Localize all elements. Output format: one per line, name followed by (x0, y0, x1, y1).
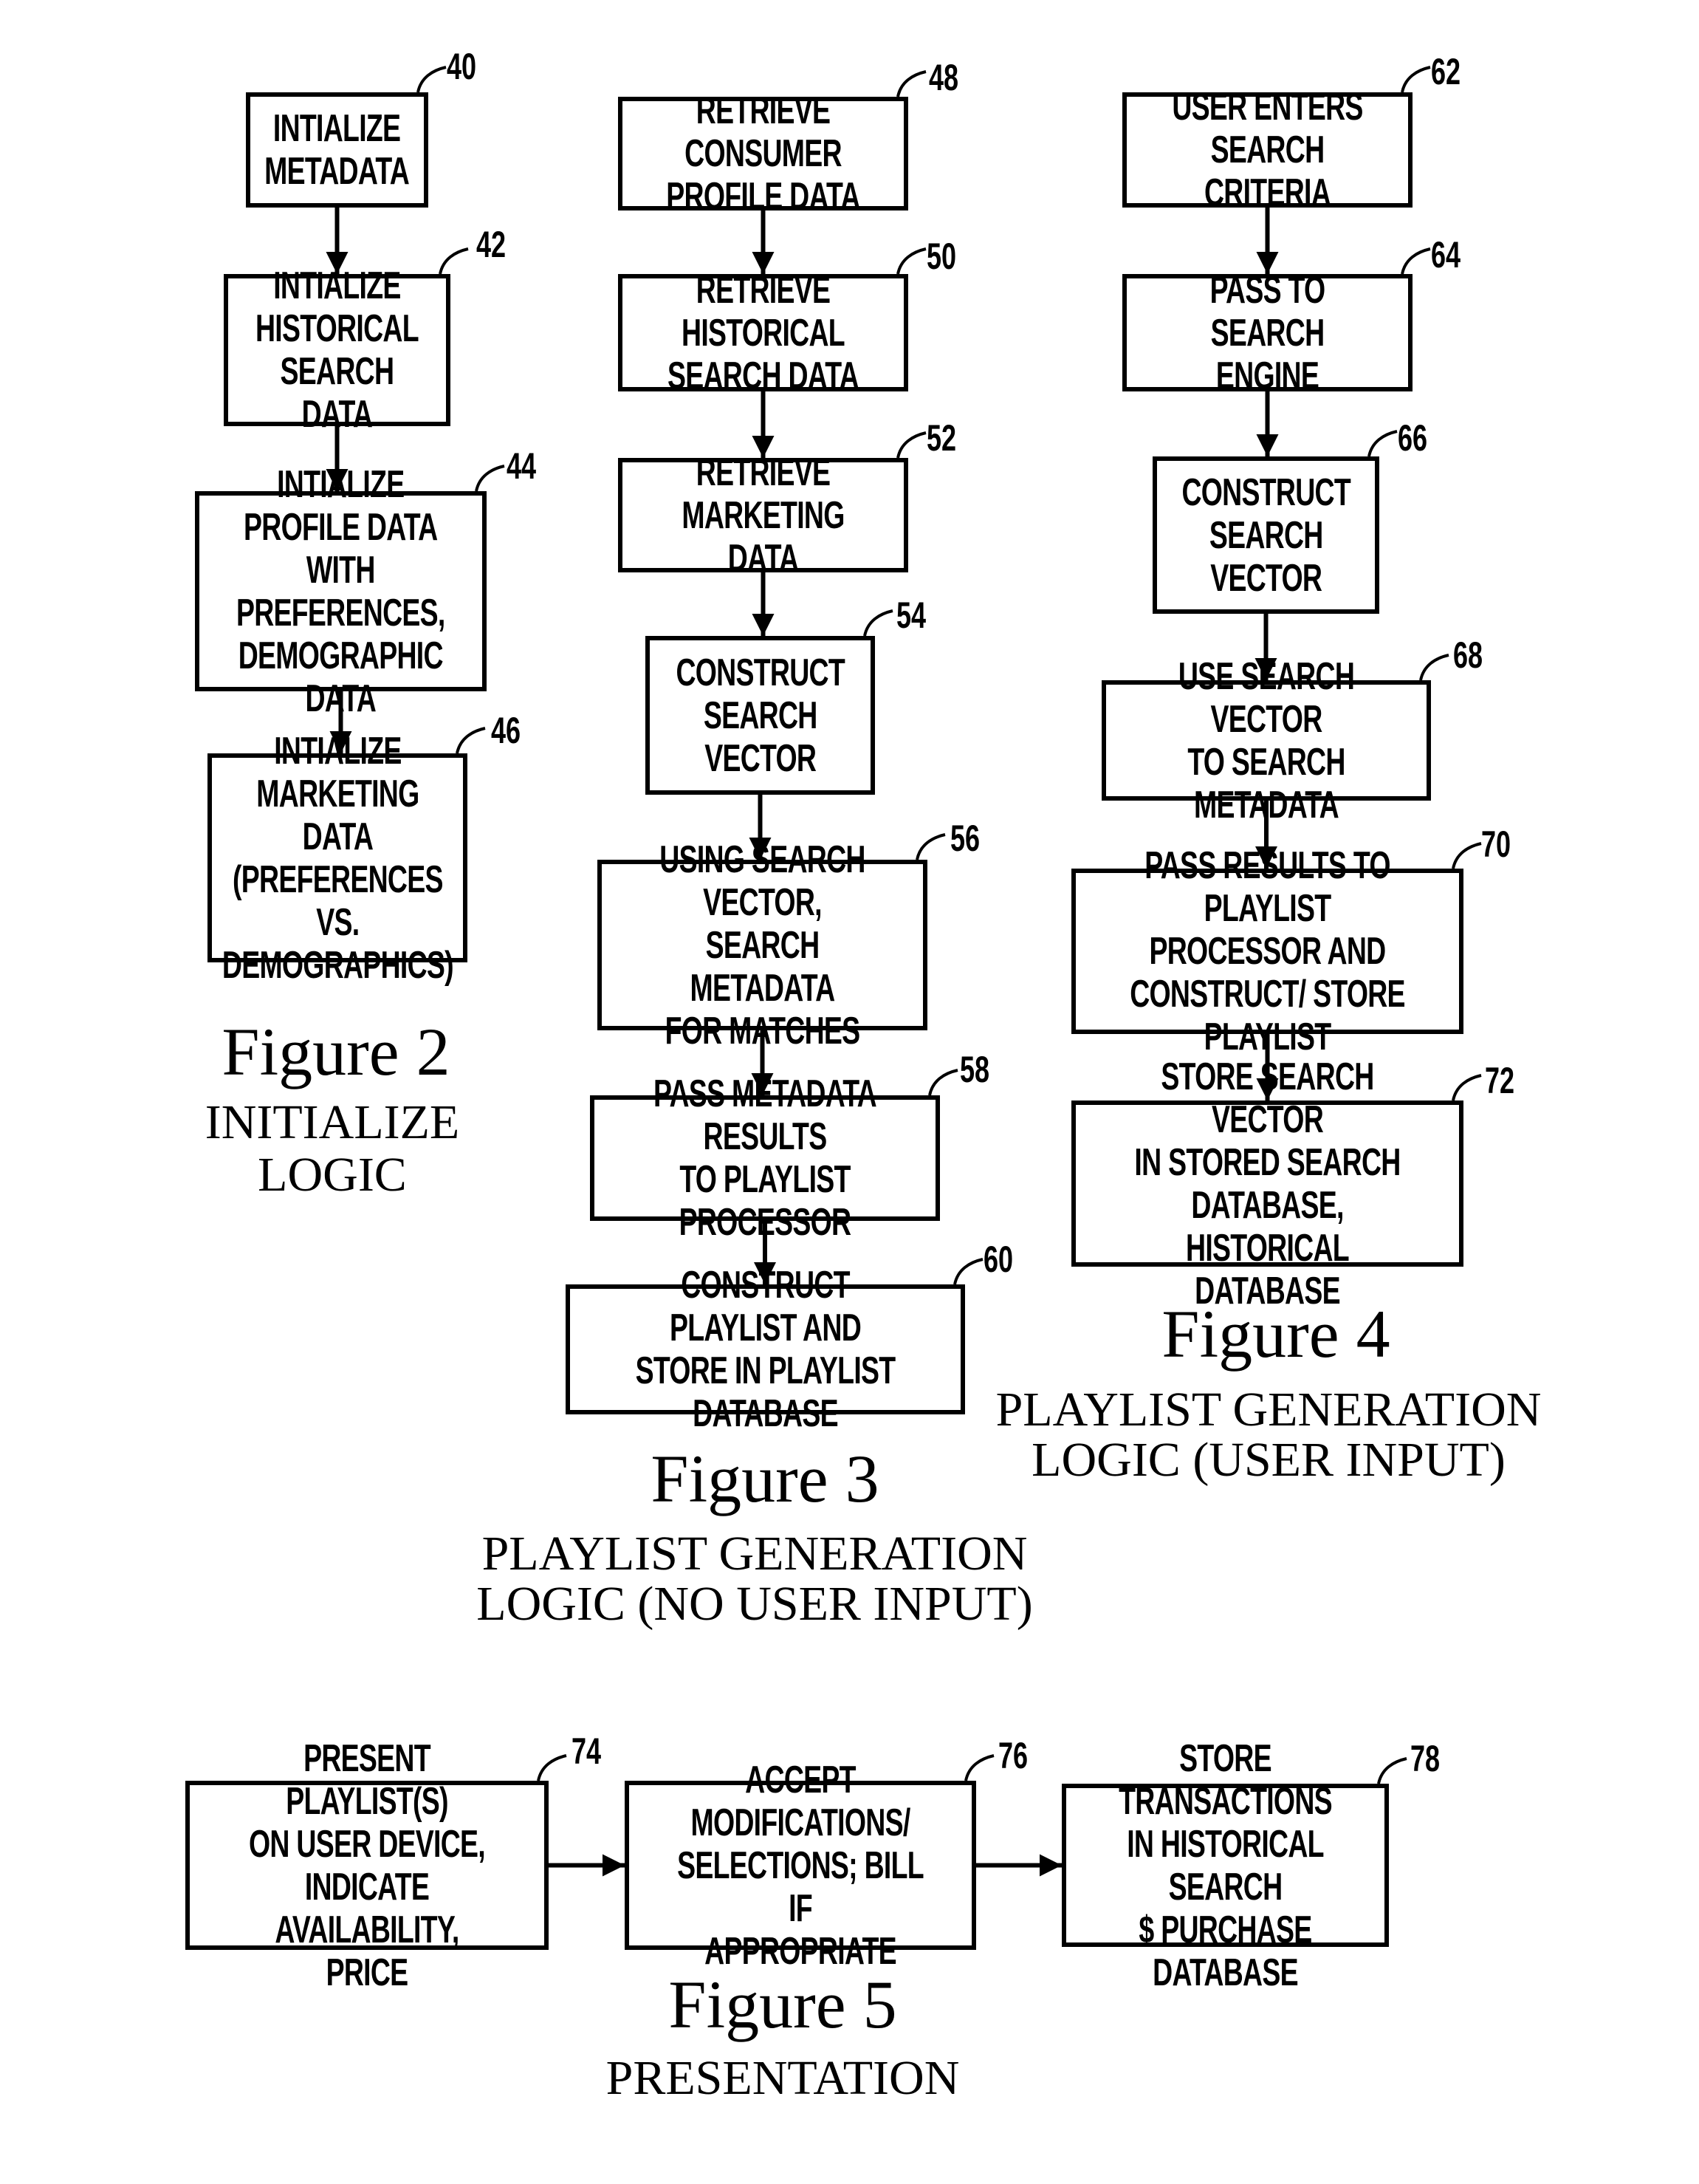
figure-subtitle-line: LOGIC (258, 1148, 407, 1202)
leader-line (896, 431, 927, 459)
reference-numeral: 54 (896, 595, 927, 636)
leader-line (537, 1754, 567, 1781)
leader-line (1452, 842, 1482, 869)
leader-line (964, 1754, 995, 1781)
leader-line (475, 465, 505, 492)
reference-numeral: 62 (1431, 51, 1461, 92)
step-label: CONSTRUCT SEARCH VECTOR (676, 651, 845, 780)
step-label: PRESENT PLAYLIST(S) ON USER DEVICE, INDI… (249, 1736, 486, 1994)
step-label: INTIALIZE MARKETING DATA (PREFERENCES VS… (222, 729, 453, 987)
step-label: USE SEARCH VECTOR TO SEARCH METADATA (1178, 654, 1355, 826)
reference-numeral: 48 (929, 57, 959, 98)
flow-step-66: CONSTRUCT SEARCH VECTOR (1153, 456, 1379, 614)
flow-step-76: ACCEPT MODIFICATIONS/ SELECTIONS; BILL I… (625, 1759, 976, 1973)
flow-step-74: PRESENT PLAYLIST(S) ON USER DEVICE, INDI… (185, 1737, 549, 1994)
leader-line (1377, 1757, 1407, 1784)
step-label: INTIALIZE METADATA (264, 107, 411, 193)
figure-subtitle-line: PRESENTATION (605, 2051, 960, 2105)
flow-step-56: USING SEARCH VECTOR, SEARCH METADATA FOR… (597, 838, 927, 1052)
step-label: PASS RESULTS TO PLAYLIST PROCESSOR AND C… (1130, 844, 1405, 1058)
reference-numeral: 50 (927, 236, 957, 277)
step-label: CONSTRUCT SEARCH VECTOR (1181, 470, 1350, 600)
leader-line (896, 247, 927, 275)
flow-step-62: USER ENTERS SEARCH CRITERIA (1122, 86, 1413, 214)
step-label: PASS METADATA RESULTS TO PLAYLIST PROCES… (653, 1072, 877, 1244)
leader-line (928, 1069, 958, 1096)
figure-subtitle-line: PLAYLIST GENERATION (995, 1383, 1542, 1437)
reference-numeral: 40 (447, 46, 477, 87)
flow-step-78: STORE TRANSACTIONS IN HISTORICAL SEARCH … (1062, 1737, 1389, 1994)
leader-line (863, 609, 893, 637)
leader-line (456, 727, 486, 754)
leader-line (1401, 66, 1431, 93)
reference-numeral: 76 (998, 1735, 1029, 1776)
flow-step-60: CONSTRUCT PLAYLIST AND STORE IN PLAYLIST… (566, 1264, 965, 1435)
leader-line (1367, 430, 1398, 457)
flow-step-48: RETRIEVE CONSUMER PROFILE DATA (618, 89, 908, 218)
reference-numeral: 56 (950, 818, 981, 859)
figure-title: Figure 2 (222, 1014, 450, 1089)
leader-line (1419, 654, 1449, 681)
leader-line (916, 833, 946, 860)
reference-numeral: 46 (491, 710, 521, 751)
step-label: ACCEPT MODIFICATIONS/ SELECTIONS; BILL I… (677, 1758, 924, 1973)
flow-step-52: RETRIEVE MARKETING DATA (618, 451, 908, 580)
flow-step-68: USE SEARCH VECTOR TO SEARCH METADATA (1102, 655, 1431, 826)
reference-numeral: 72 (1485, 1060, 1515, 1101)
reference-numeral: 70 (1481, 824, 1511, 865)
figure-subtitle-line: LOGIC (USER INPUT) (1032, 1433, 1506, 1487)
reference-numeral: 44 (507, 445, 537, 487)
flow-step-46: INTIALIZE MARKETING DATA (PREFERENCES VS… (207, 730, 467, 987)
step-label: STORE TRANSACTIONS IN HISTORICAL SEARCH … (1119, 1736, 1333, 1994)
flow-step-58: PASS METADATA RESULTS TO PLAYLIST PROCES… (590, 1072, 940, 1244)
figure-title: Figure 3 (651, 1441, 879, 1516)
step-label: USER ENTERS SEARCH CRITERIA (1172, 86, 1363, 214)
step-label: INTIALIZE PROFILE DATA WITH PREFERENCES,… (236, 462, 445, 720)
reference-numeral: 78 (1410, 1738, 1441, 1779)
flow-step-70: PASS RESULTS TO PLAYLIST PROCESSOR AND C… (1071, 844, 1463, 1058)
reference-numeral: 52 (927, 417, 957, 459)
leader-line (1401, 247, 1431, 275)
step-label: INTIALIZE HISTORICAL SEARCH DATA (255, 264, 419, 436)
flow-step-42: INTIALIZE HISTORICAL SEARCH DATA (224, 264, 450, 436)
flow-step-54: CONSTRUCT SEARCH VECTOR (645, 636, 875, 795)
reference-numeral: 60 (984, 1239, 1014, 1280)
figure-title: Figure 4 (1161, 1296, 1390, 1372)
figure-title: Figure 5 (668, 1967, 897, 2042)
flow-step-64: PASS TO SEARCH ENGINE (1122, 269, 1413, 397)
flow-step-40: INTIALIZE METADATA (246, 92, 428, 208)
step-label: RETRIEVE CONSUMER PROFILE DATA (666, 89, 860, 218)
leader-line (439, 247, 469, 275)
figure-subtitle-line: LOGIC (NO USER INPUT) (476, 1577, 1033, 1631)
reference-numeral: 74 (572, 1731, 602, 1772)
flow-step-44: INTIALIZE PROFILE DATA WITH PREFERENCES,… (195, 463, 487, 720)
reference-numeral: 64 (1431, 234, 1461, 275)
flow-step-72: STORE SEARCH VECTOR IN STORED SEARCH DAT… (1071, 1055, 1463, 1312)
step-label: PASS TO SEARCH ENGINE (1209, 268, 1326, 397)
step-label: RETRIEVE MARKETING DATA (682, 451, 845, 580)
leader-line (1452, 1074, 1482, 1101)
figure-subtitle-line: PLAYLIST GENERATION (481, 1527, 1028, 1581)
reference-numeral: 68 (1453, 634, 1483, 676)
reference-numeral: 66 (1398, 417, 1428, 459)
flow-step-50: RETRIEVE HISTORICAL SEARCH DATA (618, 269, 908, 397)
figure-subtitle-line: INITIALIZE (205, 1095, 460, 1149)
reference-numeral: 58 (960, 1049, 990, 1090)
leader-line (896, 70, 927, 97)
leader-line (416, 66, 447, 93)
reference-numeral: 42 (476, 224, 507, 265)
step-label: USING SEARCH VECTOR, SEARCH METADATA FOR… (659, 838, 865, 1052)
leader-line (953, 1258, 984, 1285)
step-label: CONSTRUCT PLAYLIST AND STORE IN PLAYLIST… (635, 1264, 896, 1435)
step-label: STORE SEARCH VECTOR IN STORED SEARCH DAT… (1134, 1055, 1401, 1312)
step-label: RETRIEVE HISTORICAL SEARCH DATA (667, 268, 859, 397)
